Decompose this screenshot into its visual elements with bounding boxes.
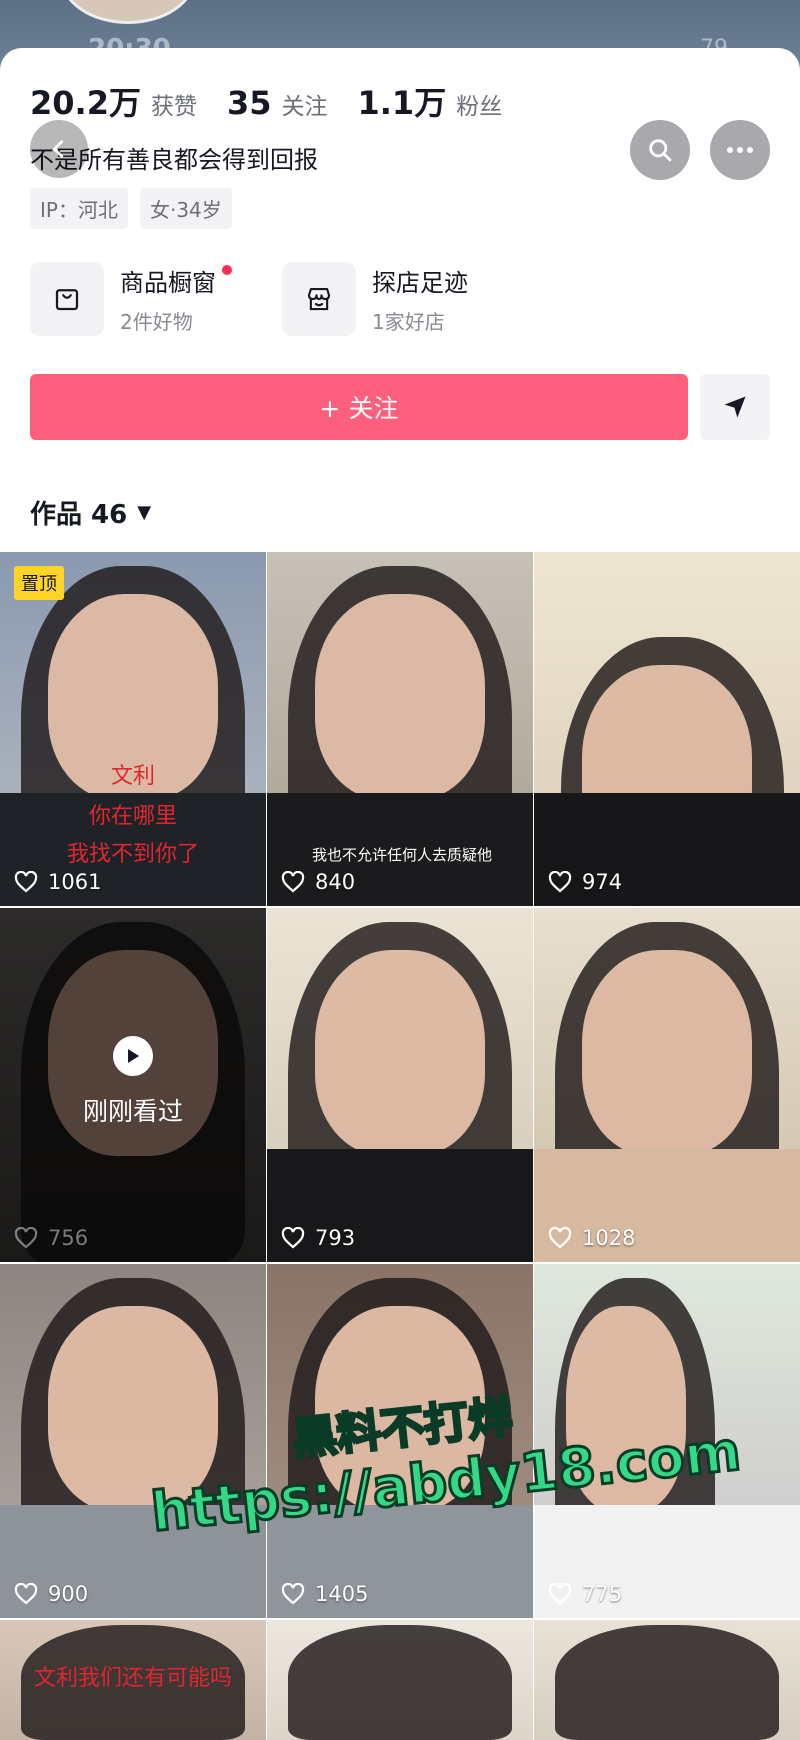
store-visits-subtitle: 1家好店 [372, 310, 445, 334]
like-count-value: 756 [48, 1226, 89, 1250]
works-tab-label: 作品 46 [30, 500, 128, 530]
video-caption: 文利 [110, 764, 155, 789]
search-icon [649, 139, 672, 162]
more-dots-icon [727, 147, 753, 153]
like-count: 775 [548, 1582, 622, 1606]
like-count-value: 1061 [48, 870, 102, 894]
video-thumbnail[interactable] [534, 1620, 800, 1740]
video-thumbnail[interactable]: 974 [534, 552, 800, 906]
stat-label: 获赞 [150, 94, 197, 120]
video-thumbnail[interactable]: 793 [267, 908, 533, 1262]
video-thumbnail[interactable]: 刚刚看过 756 [0, 908, 266, 1262]
like-count-value: 1028 [582, 1226, 636, 1250]
stat-value: 20.2万 [30, 84, 141, 122]
heart-icon [281, 1227, 305, 1249]
more-button[interactable] [710, 120, 770, 180]
dropdown-caret-icon: ▼ [137, 502, 152, 523]
stat-following[interactable]: 35 关注 [227, 84, 328, 122]
store-visits-entry[interactable]: 探店足迹 1家好店 [282, 262, 468, 336]
profile-stats: 20.2万 获赞 35 关注 1.1万 粉丝 [30, 78, 532, 124]
shop-window-entry[interactable]: 商品橱窗 2件好物 [30, 262, 232, 336]
like-count: 974 [548, 870, 622, 894]
shop-window-subtitle: 2件好物 [120, 310, 193, 334]
pinned-badge: 置顶 [14, 566, 64, 600]
heart-icon [14, 1227, 38, 1249]
shopping-bag-icon [55, 289, 79, 311]
store-visits-title: 探店足迹 [372, 269, 468, 297]
video-thumbnail[interactable] [267, 1620, 533, 1740]
works-tab[interactable]: 作品 46 ▼ [30, 494, 151, 531]
gender-age-tag: 女·34岁 [139, 188, 232, 229]
chevron-left-icon [53, 140, 64, 158]
back-button[interactable] [30, 120, 88, 178]
stat-followers[interactable]: 1.1万 粉丝 [358, 78, 503, 124]
profile-tags: IP：河北 女·34岁 [30, 188, 244, 229]
video-thumbnail[interactable]: 900 [0, 1264, 266, 1618]
stat-value: 35 [226, 84, 272, 122]
heart-icon [548, 1227, 572, 1249]
heart-icon [14, 1583, 38, 1605]
ip-tag: IP：河北 [30, 188, 128, 229]
play-icon [113, 1036, 153, 1076]
store-icon-box [282, 262, 356, 336]
thumbnail-photo [314, 594, 486, 800]
like-count: 1028 [548, 1226, 635, 1250]
video-caption: 我找不到你了 [66, 842, 199, 867]
avatar[interactable] [60, 0, 196, 24]
like-count-value: 793 [315, 1226, 356, 1250]
heart-icon [548, 1583, 572, 1605]
heart-icon [281, 871, 305, 893]
video-caption: 我也不允许任何人去质疑他 [311, 846, 492, 864]
video-thumbnail[interactable]: 置顶 文利 你在哪里 我找不到你了 1061 [0, 552, 266, 906]
heart-icon [548, 871, 572, 893]
thumbnail-photo [314, 950, 486, 1156]
search-button[interactable] [630, 120, 690, 180]
like-count: 1061 [14, 870, 101, 894]
recently-watched-overlay: 刚刚看过 [0, 1036, 266, 1128]
stat-label: 关注 [281, 94, 328, 120]
shop-window-title: 商品橱窗 [120, 269, 216, 297]
stat-label: 粉丝 [456, 94, 503, 120]
message-button[interactable] [700, 374, 770, 440]
like-count: 900 [14, 1582, 88, 1606]
heart-icon [281, 1583, 305, 1605]
video-thumbnail[interactable]: 文利我们还有可能吗 [0, 1620, 266, 1740]
like-count-value: 775 [582, 1582, 623, 1606]
store-icon [307, 287, 331, 311]
like-count: 793 [281, 1226, 355, 1250]
follow-button[interactable]: + 关注 [30, 374, 688, 440]
stat-value: 1.1万 [357, 84, 447, 122]
send-arrow-icon [724, 396, 746, 418]
thumbnail-photo [555, 1624, 779, 1740]
like-count-value: 974 [582, 870, 623, 894]
video-thumbnail[interactable]: 我也不允许任何人去质疑他 840 [267, 552, 533, 906]
like-count: 840 [281, 870, 355, 894]
thumbnail-photo [288, 1624, 512, 1740]
heart-icon [14, 871, 38, 893]
shop-icon-box [30, 262, 104, 336]
notification-dot [222, 265, 232, 275]
like-count: 756 [14, 1226, 88, 1250]
like-count: 1405 [281, 1582, 368, 1606]
video-thumbnail[interactable]: 1028 [534, 908, 800, 1262]
stat-likes: 20.2万 获赞 [30, 78, 197, 124]
thumbnail-photo [581, 950, 753, 1156]
like-count-value: 1405 [315, 1582, 369, 1606]
video-caption: 你在哪里 [88, 804, 177, 829]
like-count-value: 840 [315, 870, 356, 894]
recently-watched-label: 刚刚看过 [82, 1097, 183, 1126]
like-count-value: 900 [48, 1582, 89, 1606]
video-caption: 文利我们还有可能吗 [33, 1666, 232, 1691]
